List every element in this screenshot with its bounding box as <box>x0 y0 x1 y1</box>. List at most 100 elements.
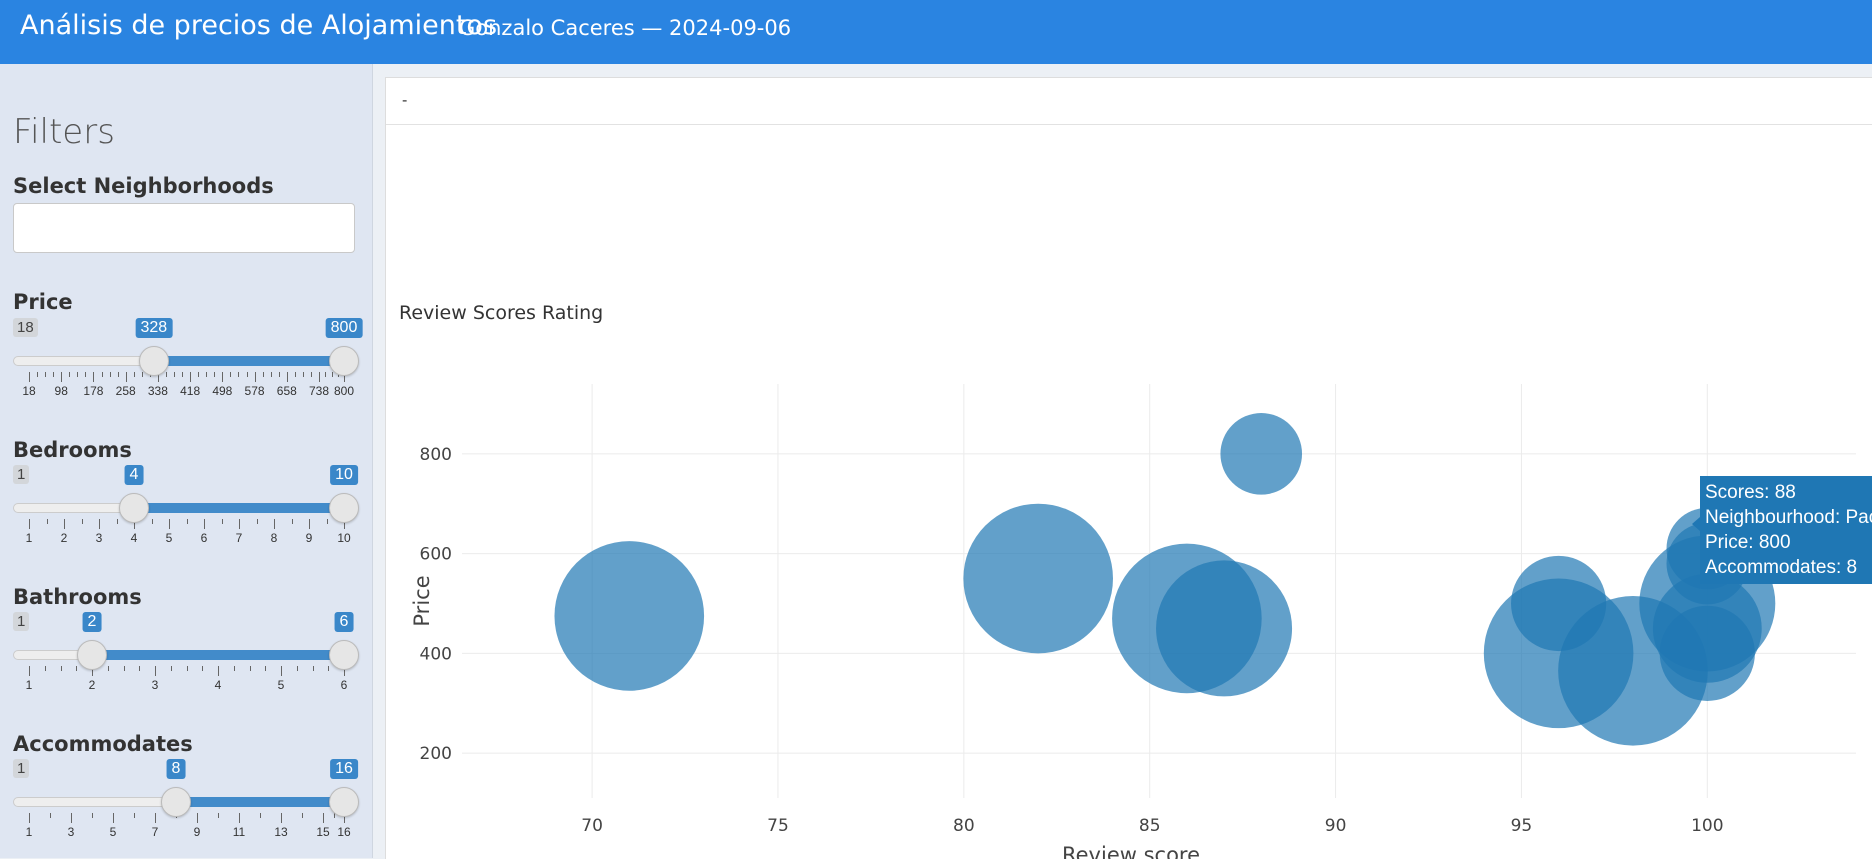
slider-tick-label: 6 <box>340 678 348 692</box>
slider-minor-tick <box>206 372 208 377</box>
slider-min-label: 1 <box>13 759 30 778</box>
bathrooms-label: Bathrooms <box>13 585 142 609</box>
price-label: Price <box>13 290 73 314</box>
slider-minor-tick <box>256 519 258 524</box>
slider-minor-tick <box>45 372 47 377</box>
price-slider[interactable]: 18 18 98 178 258 338 418 498 578 658 738 800 328 800 <box>13 318 363 410</box>
slider-tick <box>319 372 321 382</box>
slider-tick <box>29 372 30 382</box>
slider-tick-label: 258 <box>115 384 136 398</box>
slider-from-handle[interactable] <box>119 493 149 523</box>
slider-minor-tick <box>198 372 200 377</box>
slider-tick-label: 18 <box>22 384 36 398</box>
slider-to-handle[interactable] <box>329 640 359 670</box>
slider-tick-label: 800 <box>333 384 355 398</box>
slider-minor-tick <box>101 372 103 377</box>
slider-tick-label: 9 <box>305 531 313 545</box>
slider-tick <box>239 519 240 529</box>
slider-minor-tick <box>117 372 119 377</box>
slider-tick <box>29 519 30 529</box>
y-tick-label: 600 <box>420 545 452 565</box>
scatter-point <box>1156 560 1293 697</box>
slider-tick <box>61 372 63 382</box>
hover-tooltip: Scores: 88 Neighbourhood: Pacifico Price… <box>1692 476 1872 584</box>
slider-minor-tick <box>53 372 55 377</box>
navbar: Análisis de precios de Alojamientos Gonz… <box>0 0 1872 64</box>
slider-tick <box>64 519 65 529</box>
slider-tick <box>125 372 127 382</box>
slider-tick-label: 418 <box>180 384 201 398</box>
slider-minor-tick <box>294 372 296 377</box>
neighborhoods-select[interactable] <box>13 203 355 253</box>
slider-minor-tick <box>326 519 328 524</box>
slider-tick-label: 4 <box>130 531 138 545</box>
bedrooms-slider[interactable]: 1 1 2 3 4 5 6 7 8 9 10 4 10 <box>13 465 359 557</box>
slider-to-value: 6 <box>334 612 354 632</box>
slider-to-value: 10 <box>330 465 358 485</box>
scatter-plot[interactable]: 70 75 80 85 90 95 100 200 400 600 800 Review score P… <box>386 78 1872 859</box>
x-tick-label: 100 <box>1691 816 1723 836</box>
bathrooms-slider[interactable]: 1 1 2 3 4 5 6 2 6 <box>13 612 359 704</box>
slider-minor-tick <box>214 372 216 377</box>
slider-minor-tick <box>85 372 87 377</box>
x-axis-label: Review score <box>1062 843 1200 859</box>
slider-minor-tick <box>221 519 223 524</box>
slider-tick-label: 738 <box>309 384 330 398</box>
slider-minor-tick <box>123 666 125 671</box>
slider-tick-label: 578 <box>244 384 265 398</box>
slider-tick <box>274 519 275 529</box>
slider-tick-label: 338 <box>147 384 168 398</box>
slider-tick-label: 98 <box>54 384 68 398</box>
y-tick-label: 400 <box>420 644 452 664</box>
app-subtitle: Gonzalo Caceres — 2024-09-06 <box>459 16 792 40</box>
slider-minor-tick <box>81 519 83 524</box>
slider-tick <box>286 372 288 382</box>
slider-tick <box>155 813 156 823</box>
slider-from-handle[interactable] <box>77 640 107 670</box>
slider-from-handle[interactable] <box>161 787 191 817</box>
slider-minor-tick <box>331 372 333 377</box>
slider-minor-tick <box>116 519 118 524</box>
y-tick-label: 800 <box>420 445 452 465</box>
tooltip-scores: Scores: 88 <box>1705 482 1796 503</box>
slider-tick <box>155 666 156 676</box>
slider-minor-tick <box>50 813 51 818</box>
slider-minor-tick <box>312 666 314 671</box>
slider-from-handle[interactable] <box>138 346 169 376</box>
slider-from-value: 8 <box>166 759 186 779</box>
slider-selected-range <box>134 503 344 513</box>
slider-to-handle[interactable] <box>329 493 359 523</box>
slider-tick <box>29 813 30 823</box>
slider-minor-tick <box>265 666 267 671</box>
scatter-point <box>554 541 705 691</box>
slider-selected-range <box>153 356 344 366</box>
scatter-point <box>1659 605 1755 701</box>
filters-title: Filters <box>13 112 115 152</box>
neighborhoods-label: Select Neighborhoods <box>13 174 274 198</box>
x-tick-label: 85 <box>1139 816 1161 836</box>
slider-minor-tick <box>291 519 293 524</box>
slider-from-value: 4 <box>124 465 144 485</box>
slider-minor-tick <box>44 666 46 671</box>
slider-tick <box>169 519 170 529</box>
slider-minor-tick <box>249 666 251 671</box>
tooltip-price: Price: 800 <box>1705 532 1791 553</box>
slider-to-value: 800 <box>325 318 363 338</box>
accommodates-slider[interactable]: 1 1 3 5 7 9 11 13 15 16 8 16 <box>13 759 359 851</box>
slider-tick <box>281 666 282 676</box>
slider-tick-label: 13 <box>274 825 288 839</box>
slider-tick <box>71 813 72 823</box>
main-panel: - Review Scores Rating 70 75 80 85 90 95 100 20… <box>385 77 1872 859</box>
slider-minor-tick <box>328 666 330 671</box>
slider-minor-tick <box>296 666 298 671</box>
slider-tick-label: 11 <box>232 825 246 839</box>
slider-tick-label: 1 <box>25 825 33 839</box>
slider-to-handle[interactable] <box>329 787 359 817</box>
app-title: Análisis de precios de Alojamientos <box>20 10 498 41</box>
slider-to-handle[interactable] <box>329 346 359 376</box>
slider-minor-tick <box>37 372 39 377</box>
tooltip-accommodates: Accommodates: 8 <box>1705 557 1858 578</box>
slider-minor-tick <box>60 666 62 671</box>
slider-tick <box>93 372 95 382</box>
slider-minor-tick <box>302 813 303 818</box>
